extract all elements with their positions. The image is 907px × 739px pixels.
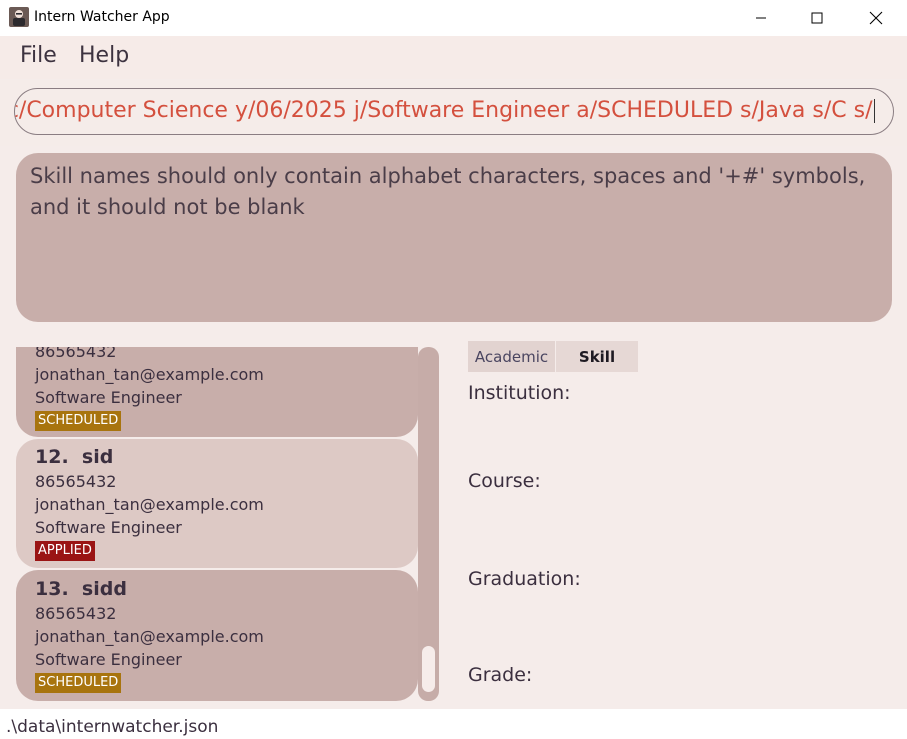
applicant-index-name: 13. sidd <box>35 576 418 602</box>
command-text: 50 i/NTU c/Computer Science y/06/2025 j/… <box>14 98 873 123</box>
list-item-selected[interactable]: 12. sid 86565432 jonathan_tan@example.co… <box>16 439 418 568</box>
menu-bar: File Help <box>0 36 907 79</box>
list-scrollbar[interactable] <box>418 347 439 701</box>
status-badge: SCHEDULED <box>35 411 122 431</box>
applicant-email: jonathan_tan@example.com <box>35 365 264 384</box>
applicant-job: Software Engineer <box>35 518 182 537</box>
applicant-job: Software Engineer <box>35 388 182 407</box>
institution-label: Institution: <box>468 382 571 404</box>
tab-academic[interactable]: Academic <box>468 341 555 372</box>
menu-help[interactable]: Help <box>79 43 129 68</box>
list-item[interactable]: 86565432 jonathan_tan@example.com Softwa… <box>16 347 418 437</box>
applicant-email: jonathan_tan@example.com <box>35 627 264 646</box>
list-item[interactable]: 13. sidd 86565432 jonathan_tan@example.c… <box>16 570 418 701</box>
text-caret <box>873 99 875 123</box>
maximize-button[interactable] <box>794 0 840 36</box>
close-icon <box>869 11 883 25</box>
graduation-label: Graduation: <box>468 568 581 590</box>
applicant-phone: 86565432 <box>35 472 117 491</box>
window-title: Intern Watcher App <box>34 9 170 25</box>
command-area: 50 i/NTU c/Computer Science y/06/2025 j/… <box>0 80 907 146</box>
applicant-phone: 86565432 <box>35 347 117 361</box>
result-display[interactable]: Skill names should only contain alphabet… <box>16 153 892 322</box>
applicant-index: 13. <box>35 578 69 600</box>
detail-panel: Academic Skill Institution: Course: Grad… <box>453 333 907 709</box>
data-file-path: .\data\internwatcher.json <box>6 717 219 737</box>
tab-skill[interactable]: Skill <box>556 341 638 372</box>
app-logo-icon <box>9 7 29 27</box>
status-bar: .\data\internwatcher.json <box>0 709 907 739</box>
applicant-phone: 86565432 <box>35 604 117 623</box>
scrollbar-thumb[interactable] <box>422 646 435 692</box>
applicant-name: sidd <box>81 578 127 600</box>
result-message: Skill names should only contain alphabet… <box>30 164 866 219</box>
applicant-name: sid <box>81 446 114 468</box>
maximize-icon <box>811 12 823 24</box>
course-label: Course: <box>468 470 541 492</box>
minimize-icon <box>756 17 766 19</box>
applicant-index: 12. <box>35 446 69 468</box>
applicant-list[interactable]: 86565432 jonathan_tan@example.com Softwa… <box>16 347 418 703</box>
applicant-email: jonathan_tan@example.com <box>35 495 264 514</box>
applicant-job: Software Engineer <box>35 650 182 669</box>
title-bar: Intern Watcher App <box>0 0 907 36</box>
status-badge: APPLIED <box>35 541 95 561</box>
menu-file[interactable]: File <box>20 43 57 68</box>
command-input[interactable]: 50 i/NTU c/Computer Science y/06/2025 j/… <box>14 88 894 135</box>
status-badge: SCHEDULED <box>35 673 122 693</box>
grade-label: Grade: <box>468 664 533 686</box>
close-button[interactable] <box>853 0 899 36</box>
applicant-index-name: 12. sid <box>35 444 418 470</box>
minimize-button[interactable] <box>738 0 784 36</box>
